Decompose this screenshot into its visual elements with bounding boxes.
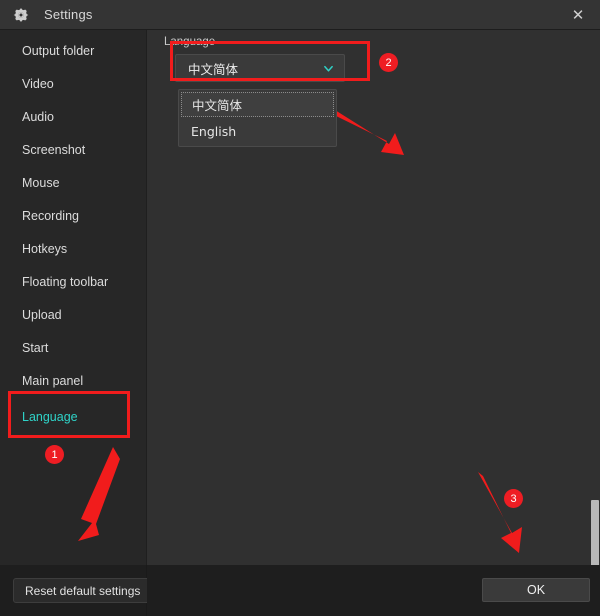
window-title: Settings [44,7,93,22]
sidebar-item-start[interactable]: Start [0,331,146,364]
ok-button[interactable]: OK [482,578,590,602]
sidebar-item-hotkeys[interactable]: Hotkeys [0,232,146,265]
sidebar-item-upload[interactable]: Upload [0,298,146,331]
dropdown-option-en[interactable]: English [179,119,336,144]
footer-right: OK [147,565,600,616]
sidebar-item-audio[interactable]: Audio [0,100,146,133]
close-icon[interactable]: ✕ [556,0,600,30]
sidebar-item-output-folder[interactable]: Output folder [0,34,146,67]
title-bar: Settings ✕ [0,0,600,30]
sidebar: Output folder Video Audio Screenshot Mou… [0,30,147,565]
gear-icon [13,7,29,22]
language-dropdown-list: 中文简体 English [178,89,337,147]
main-panel: Language 中文简体 中文简体 English [147,30,600,616]
sidebar-item-recording[interactable]: Recording [0,199,146,232]
language-select[interactable]: 中文简体 [175,54,345,82]
sidebar-item-language[interactable]: Language [0,400,146,433]
sidebar-item-video[interactable]: Video [0,67,146,100]
chevron-down-icon [324,65,333,72]
sidebar-item-mouse[interactable]: Mouse [0,166,146,199]
scrollbar-track[interactable] [590,60,600,616]
sidebar-item-main-panel[interactable]: Main panel [0,364,146,397]
footer-left: Reset default settings [0,565,153,616]
reset-default-settings-button[interactable]: Reset default settings [13,578,153,603]
settings-window: Settings ✕ Output folder Video Audio Scr… [0,0,600,616]
language-select-value: 中文简体 [188,61,239,77]
language-field-label: Language [164,36,216,48]
dropdown-option-zh[interactable]: 中文简体 [181,92,334,117]
sidebar-item-screenshot[interactable]: Screenshot [0,133,146,166]
sidebar-item-floating-toolbar[interactable]: Floating toolbar [0,265,146,298]
